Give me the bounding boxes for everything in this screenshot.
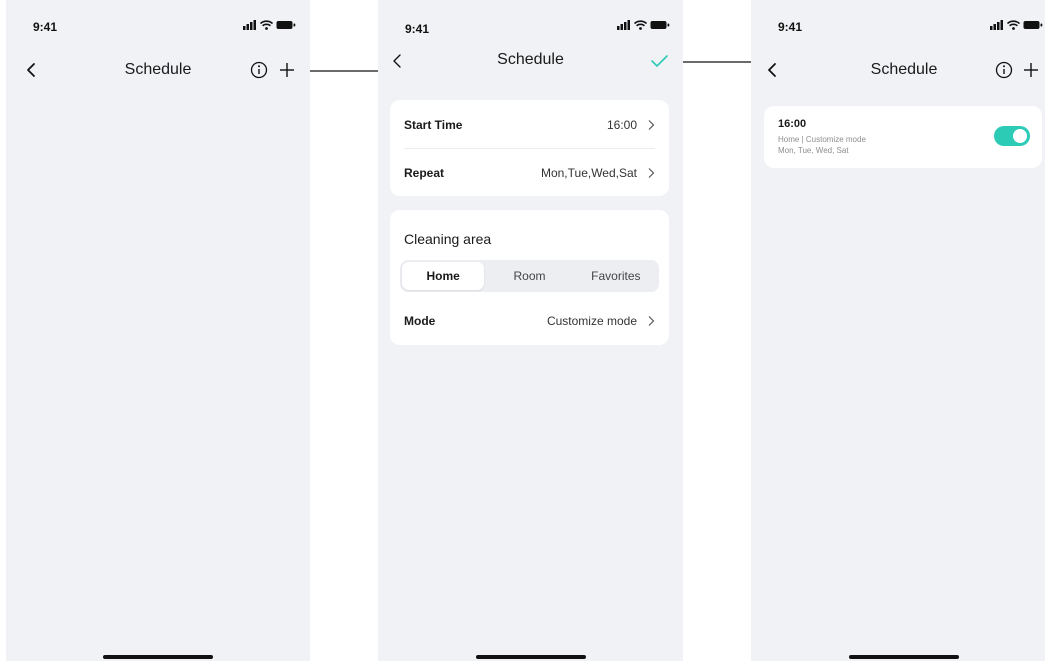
chevron-right-icon — [648, 168, 655, 178]
wifi-icon — [1007, 20, 1020, 30]
screen-schedule-edit: 9:41 Schedule Start Time 16:00 Repeat Mo… — [378, 0, 683, 661]
start-time-value: 16:00 — [606, 118, 637, 132]
battery-icon — [1023, 21, 1043, 29]
signal-icon — [990, 20, 1003, 30]
status-time: 9:41 — [778, 20, 803, 34]
signal-icon — [243, 20, 256, 30]
schedule-toggle[interactable] — [994, 126, 1030, 146]
tab-home[interactable]: Home — [402, 262, 485, 290]
checkmark-icon[interactable] — [649, 53, 669, 69]
schedule-details: Home | Customize mode — [778, 135, 866, 144]
tab-favorites[interactable]: Favorites — [575, 262, 657, 290]
home-indicator — [476, 655, 586, 659]
repeat-label: Repeat — [404, 166, 445, 180]
tab-room[interactable]: Room — [488, 262, 570, 290]
info-circle-icon[interactable] — [995, 61, 1013, 79]
screen-schedule-empty: 9:41 Schedule — [6, 0, 310, 661]
screen-schedule-list: 9:41 Schedule 16:00 Home | Customize mod… — [751, 0, 1045, 661]
status-time: 9:41 — [33, 20, 58, 34]
repeat-row[interactable]: Repeat Mon,Tue,Wed,Sat — [404, 149, 655, 197]
home-indicator — [849, 655, 959, 659]
home-indicator — [103, 655, 213, 659]
start-time-label: Start Time — [404, 118, 463, 132]
signal-icon — [617, 20, 630, 30]
battery-icon — [650, 21, 670, 29]
toggle-knob — [1013, 129, 1027, 143]
chevron-right-icon — [648, 316, 655, 326]
schedule-time: 16:00 — [778, 118, 807, 130]
plus-icon[interactable] — [1022, 61, 1040, 79]
cleaning-area-title: Cleaning area — [404, 231, 492, 247]
plus-icon[interactable] — [278, 61, 296, 79]
page-title: Schedule — [497, 51, 564, 68]
mode-label: Mode — [404, 314, 436, 328]
cleaning-area-segmented-control: Home Room Favorites — [400, 260, 659, 292]
cleaning-area-card: Cleaning area Home Room Favorites Mode C… — [390, 210, 669, 345]
schedule-days: Mon, Tue, Wed, Sat — [778, 146, 849, 155]
battery-icon — [276, 21, 296, 29]
status-icons — [243, 20, 296, 30]
time-repeat-card: Start Time 16:00 Repeat Mon,Tue,Wed,Sat — [390, 100, 669, 196]
start-time-row[interactable]: Start Time 16:00 — [404, 101, 655, 149]
info-circle-icon[interactable] — [250, 61, 268, 79]
schedule-item-card[interactable]: 16:00 Home | Customize mode Mon, Tue, We… — [764, 106, 1042, 168]
chevron-right-icon — [648, 120, 655, 130]
repeat-value: Mon,Tue,Wed,Sat — [540, 166, 637, 180]
wifi-icon — [260, 20, 273, 30]
status-icons — [617, 20, 670, 30]
mode-row[interactable]: Mode Customize mode — [404, 297, 655, 345]
status-time: 9:41 — [405, 22, 430, 36]
mode-value: Customize mode — [546, 314, 637, 328]
status-icons — [990, 20, 1043, 30]
wifi-icon — [634, 20, 647, 30]
